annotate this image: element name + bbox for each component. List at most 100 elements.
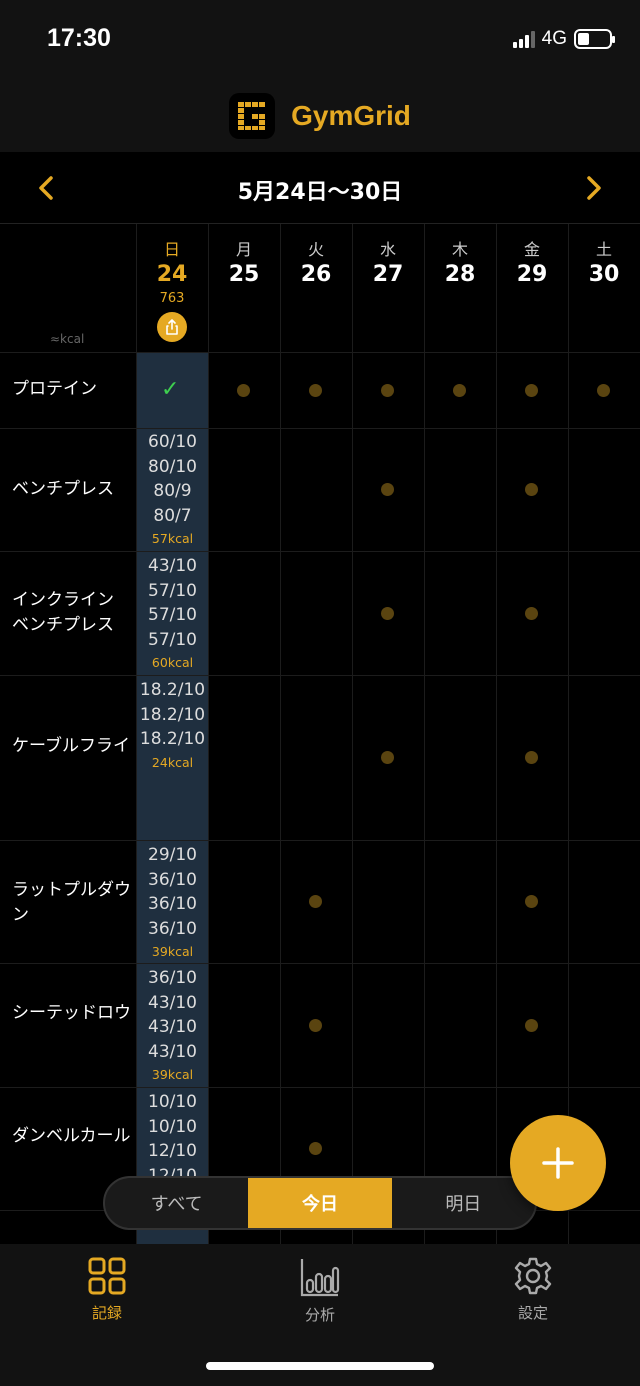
set-entry: 57/10 [148, 605, 197, 625]
day-header-today[interactable]: 日 24 763 [136, 224, 208, 342]
exercise-name[interactable]: ケーブルフライ [12, 734, 132, 759]
scheduled-dot[interactable] [381, 384, 394, 397]
bar-chart-icon [300, 1259, 340, 1297]
signal-icon [512, 30, 535, 48]
set-entry: 18.2/10 [139, 729, 206, 749]
set-entry: 57/10 [148, 580, 197, 601]
day-header[interactable]: 木 28 [424, 224, 496, 287]
today-sets-cell[interactable]: 18.2/10 18.2/10 18.2/10 24kcal [137, 678, 208, 774]
filter-tomorrow[interactable]: 明日 [392, 1178, 535, 1228]
exercise-kcal: 24kcal [151, 754, 194, 770]
home-indicator[interactable] [206, 1362, 434, 1370]
scheduled-dot[interactable] [525, 895, 538, 908]
today-sets-cell[interactable]: 36/10 43/10 43/10 43/10 39kcal [137, 966, 208, 1086]
day-header[interactable]: 月 25 [208, 224, 280, 287]
scheduled-dot[interactable] [525, 384, 538, 397]
grid-icon [88, 1257, 126, 1295]
today-sets-cell[interactable]: 43/10 57/10 57/10 57/10 60kcal [137, 554, 208, 674]
exercise-name[interactable]: インクライン ベンチプレス [12, 588, 132, 638]
scheduled-dot[interactable] [381, 483, 394, 496]
scheduled-dot[interactable] [525, 1019, 538, 1032]
set-entry: 18.2/10 [139, 680, 206, 700]
day-number: 29 [516, 262, 548, 287]
day-of-week: 日 [163, 240, 180, 259]
chevron-right-icon [587, 176, 601, 200]
set-entry: 43/10 [148, 556, 197, 576]
scheduled-dot[interactable] [525, 751, 538, 764]
day-number: 26 [300, 262, 332, 287]
set-entry: 43/10 [148, 1017, 197, 1037]
day-number: 30 [588, 262, 620, 287]
tab-analysis[interactable]: 分析 [260, 1256, 380, 1325]
scheduled-dot[interactable] [381, 751, 394, 764]
next-week-button[interactable] [576, 170, 612, 206]
set-entry: 57/10 [148, 629, 197, 650]
today-sets-cell[interactable]: 29/10 36/10 36/10 36/10 39kcal [137, 843, 208, 963]
battery-icon [574, 29, 615, 49]
scheduled-dot[interactable] [381, 607, 394, 620]
day-filter-segment: すべて 今日 明日 [103, 1176, 537, 1230]
status-time: 17:30 [47, 24, 111, 52]
workout-grid: ≈kcal 日 24 763 月 25 火 26 水 27 木 28 金 29 … [0, 224, 640, 1244]
plus-icon [542, 1147, 574, 1179]
tab-label: 設定 [517, 1304, 548, 1322]
set-entry: 18.2/10 [139, 704, 206, 725]
exercise-name[interactable]: ベンチプレス [12, 477, 132, 502]
day-of-week: 金 [523, 240, 540, 259]
exercise-kcal: 57kcal [151, 531, 194, 546]
app-header: GymGrid [0, 80, 640, 152]
tab-record[interactable]: 記録 [47, 1256, 167, 1323]
exercise-kcal: 60kcal [151, 655, 194, 670]
scheduled-dot[interactable] [525, 483, 538, 496]
checkmark-icon[interactable]: ✓ [161, 377, 179, 402]
app-title: GymGrid [291, 100, 411, 131]
scheduled-dot[interactable] [309, 384, 322, 397]
set-entry: 36/10 [148, 869, 197, 890]
app-logo-icon [229, 93, 276, 139]
set-entry: 10/10 [148, 1092, 197, 1112]
day-kcal: 763 [159, 291, 185, 306]
filter-all[interactable]: すべて [105, 1178, 248, 1228]
day-number: 27 [372, 262, 404, 287]
scheduled-dot[interactable] [597, 384, 610, 397]
day-of-week: 火 [307, 240, 324, 259]
share-button[interactable] [157, 312, 187, 342]
add-exercise-button[interactable] [510, 1115, 606, 1211]
status-indicators: 4G [512, 28, 615, 50]
set-entry: 36/10 [148, 968, 197, 988]
week-range: 5月24日〜30日 [237, 180, 403, 205]
network-type: 4G [541, 28, 567, 49]
set-entry: 60/10 [148, 432, 197, 452]
set-entry: 10/10 [148, 1116, 197, 1137]
scheduled-dot[interactable] [309, 895, 322, 908]
set-entry: 36/10 [148, 918, 197, 939]
tab-settings[interactable]: 設定 [473, 1256, 593, 1323]
exercise-kcal: 39kcal [151, 944, 194, 959]
tab-label: 分析 [304, 1306, 335, 1324]
day-header[interactable]: 金 29 [496, 224, 568, 287]
scheduled-dot[interactable] [453, 384, 466, 397]
scheduled-dot[interactable] [525, 607, 538, 620]
filter-today[interactable]: 今日 [248, 1178, 392, 1228]
exercise-name[interactable]: ラットプルダウン [12, 878, 132, 928]
scheduled-dot[interactable] [309, 1142, 322, 1155]
week-navigation: 5月24日〜30日 [0, 152, 640, 224]
share-icon [166, 319, 178, 335]
set-entry: 29/10 [148, 845, 197, 865]
set-entry: 80/7 [153, 505, 192, 526]
day-of-week: 土 [595, 240, 612, 259]
set-entry: 80/10 [148, 456, 197, 477]
day-header[interactable]: 水 27 [352, 224, 424, 287]
today-sets-cell[interactable]: 60/10 80/10 80/9 80/7 57kcal [137, 430, 208, 550]
status-bar: 17:30 4G [0, 0, 640, 80]
day-header[interactable]: 土 30 [568, 224, 640, 287]
scheduled-dot[interactable] [237, 384, 250, 397]
set-entry: 43/10 [148, 1041, 197, 1062]
exercise-name[interactable]: プロテイン [12, 377, 132, 402]
day-header[interactable]: 火 26 [280, 224, 352, 287]
exercise-name[interactable]: ダンベルカール [12, 1124, 132, 1149]
exercise-name[interactable]: シーテッドロウ [12, 1001, 132, 1026]
scheduled-dot[interactable] [309, 1019, 322, 1032]
today-sets-cell[interactable]: 10/10 10/10 12/10 12/10 [137, 1090, 208, 1188]
kcal-unit-label: ≈kcal [50, 332, 85, 346]
